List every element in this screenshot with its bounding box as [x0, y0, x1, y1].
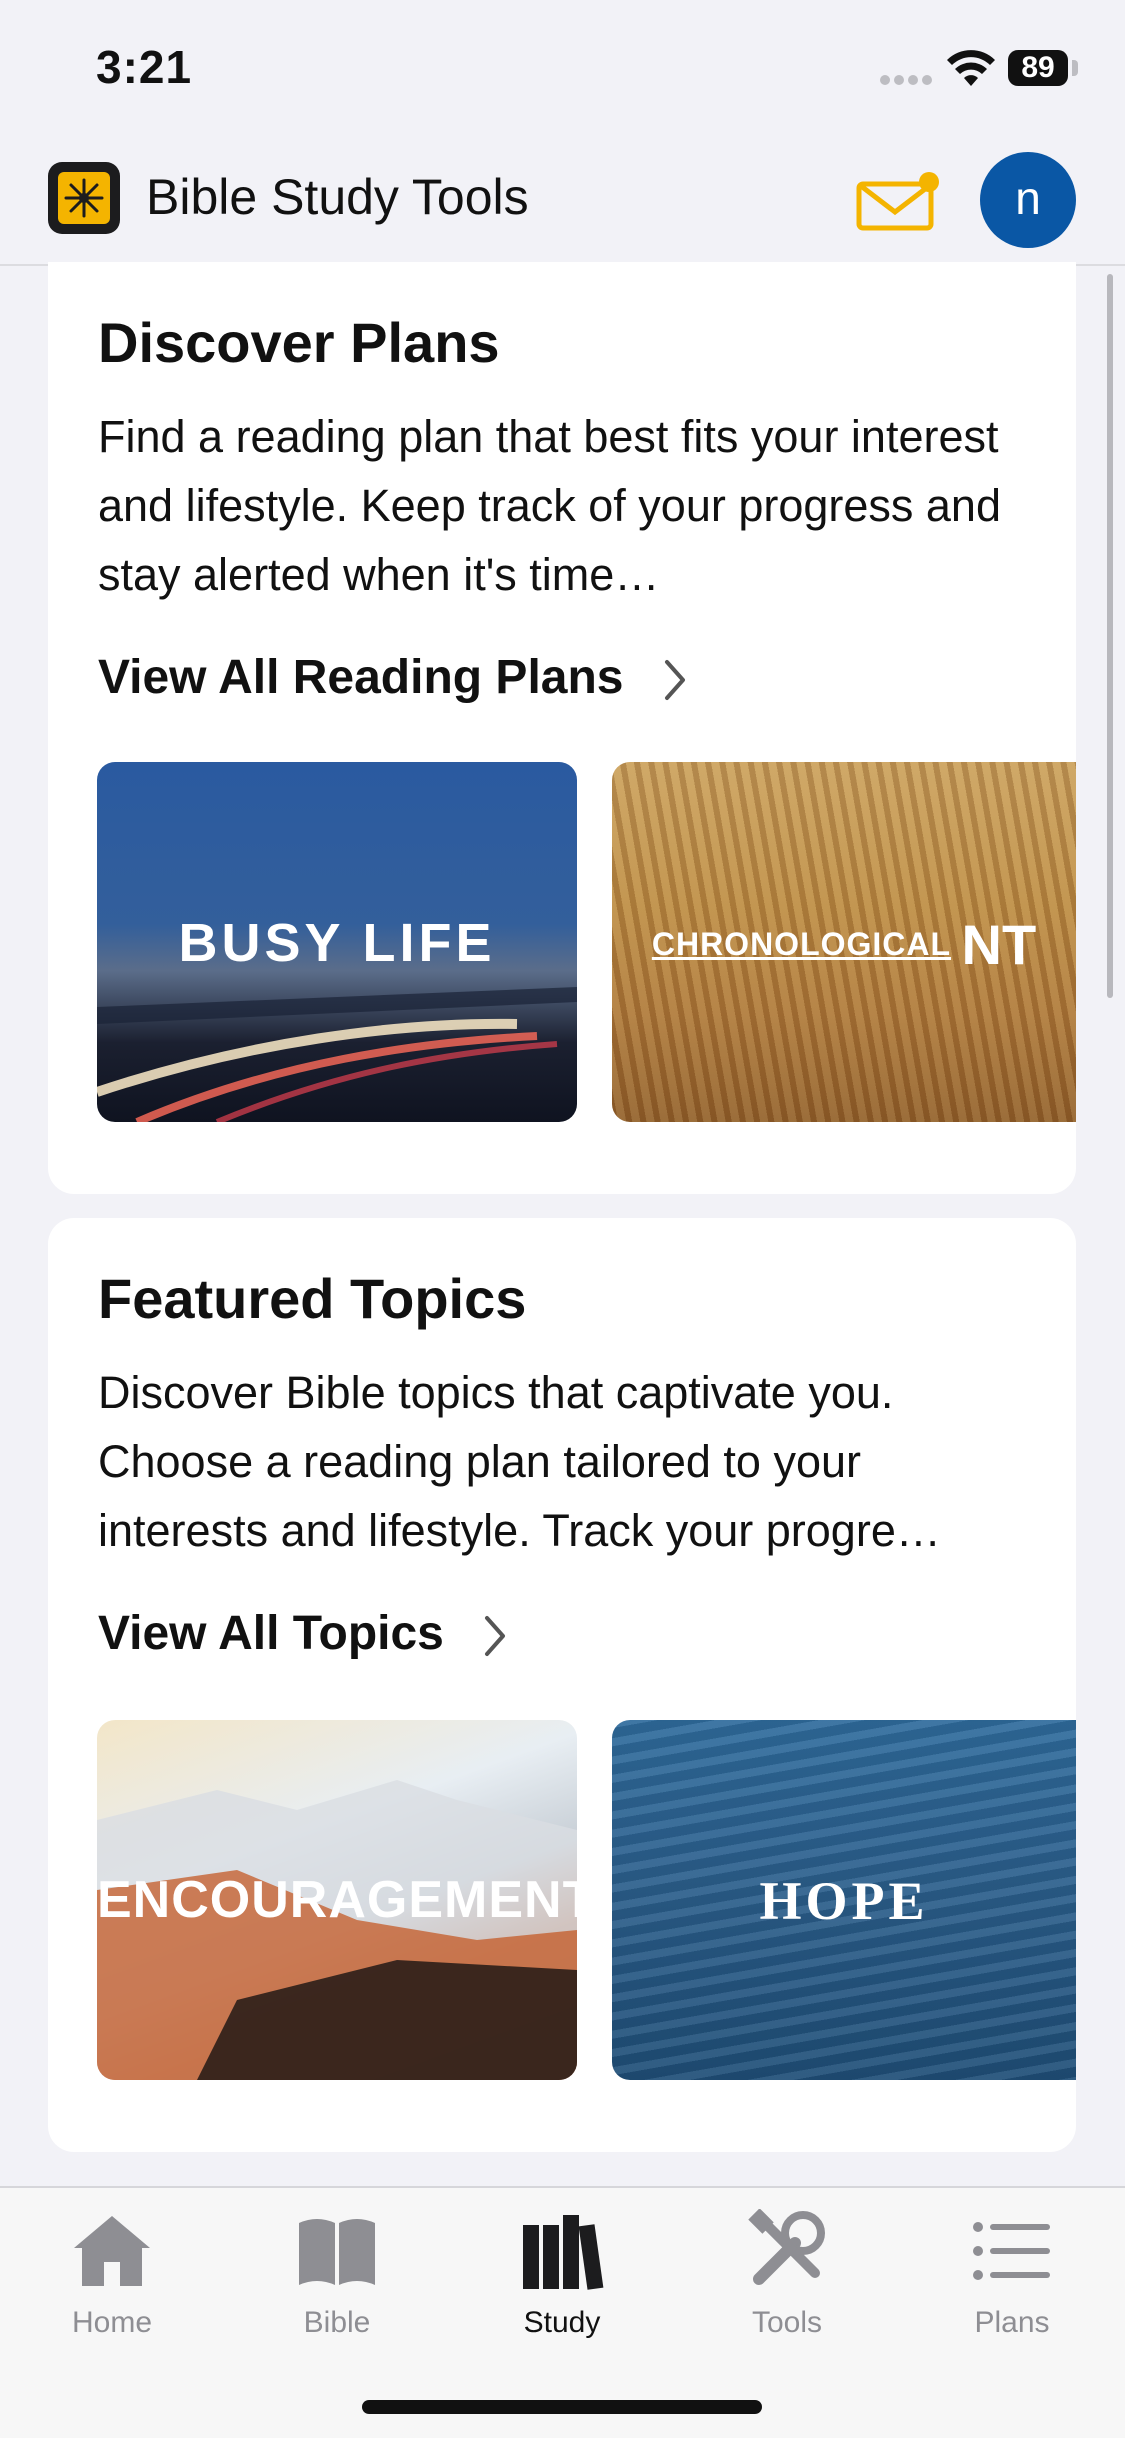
mail-icon[interactable] [855, 170, 939, 232]
tools-icon [748, 2209, 825, 2285]
tab-plans[interactable]: Plans [932, 2208, 1092, 2340]
tab-home[interactable]: Home [32, 2208, 192, 2340]
status-time: 3:21 [96, 41, 193, 93]
encouragement-label: ENCOURAGEMENT [97, 1871, 577, 1929]
busy-life-label: BUSY LIFE [178, 913, 496, 973]
topic-tile-hope[interactable]: HOPE [612, 1720, 1076, 2080]
scrollbar[interactable] [1107, 274, 1113, 998]
view-all-topics-label: View All Topics [98, 1607, 444, 1660]
view-all-reading-plans-link[interactable]: View All Reading Plans [98, 650, 687, 705]
tab-study-label: Study [523, 2306, 601, 2339]
house-icon [74, 2216, 150, 2286]
discover-plans-card: Discover Plans Find a reading plan that … [48, 262, 1076, 1194]
books-icon [523, 2215, 604, 2290]
discover-plans-title: Discover Plans [98, 311, 500, 374]
hope-label: HOPE [759, 1871, 929, 1931]
avatar[interactable]: n [980, 152, 1076, 248]
home-indicator[interactable] [362, 2400, 762, 2414]
tab-tools-label: Tools [751, 2306, 823, 2339]
list-icon [973, 2222, 1050, 2280]
tab-bible-label: Bible [303, 2306, 371, 2339]
view-all-topics-link[interactable]: View All Topics [98, 1606, 507, 1661]
plan-tile-busy-life[interactable]: BUSY LIFE [97, 762, 577, 1122]
app-title: Bible Study Tools [146, 169, 529, 225]
tab-study[interactable]: Study [482, 2208, 642, 2340]
book-icon [299, 2219, 375, 2285]
topic-tile-encouragement[interactable]: ENCOURAGEMENT [97, 1720, 577, 2080]
tab-home-label: Home [71, 2306, 153, 2339]
cellular-signal-icon [880, 72, 936, 85]
status-bar: 3:21 89 [0, 0, 1125, 140]
chevron-right-icon [485, 1616, 506, 1657]
tab-tools[interactable]: Tools [707, 2208, 867, 2340]
plan-tile-chronological-nt[interactable]: CHRONOLOGICAL NT [612, 762, 1076, 1122]
wifi-icon [947, 50, 995, 86]
tab-plans-label: Plans [974, 2306, 1050, 2339]
view-all-reading-plans-label: View All Reading Plans [98, 651, 624, 704]
discover-plans-description: Find a reading plan that best fits your … [98, 411, 1001, 600]
featured-topics-card: Featured Topics Discover Bible topics th… [48, 1218, 1076, 2152]
tab-bible[interactable]: Bible [257, 2208, 417, 2340]
battery-nub [1072, 60, 1078, 76]
featured-topics-title: Featured Topics [98, 1267, 527, 1330]
chevron-right-icon [664, 660, 685, 701]
chronological-nt-label: CHRONOLOGICAL NT [651, 913, 1037, 976]
battery-indicator: 89 [1008, 50, 1068, 86]
app-header: Bible Study Tools n [0, 140, 1125, 266]
app-logo-icon [48, 162, 120, 234]
featured-topics-description: Discover Bible topics that captivate you… [98, 1367, 941, 1556]
